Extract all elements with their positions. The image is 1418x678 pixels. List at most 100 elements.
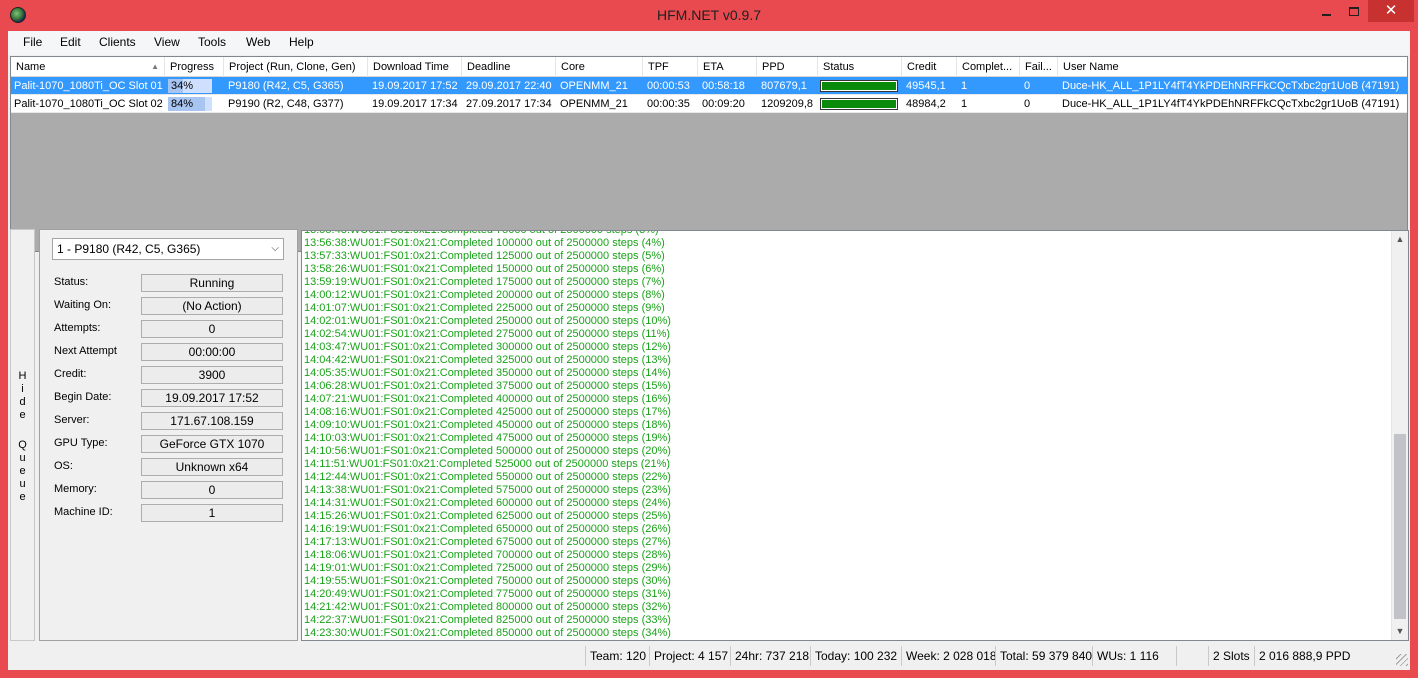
hide-queue-letter: u xyxy=(19,478,26,490)
queue-field-label: Memory: xyxy=(54,483,97,495)
status-fill xyxy=(822,100,896,108)
progress-text: 34% xyxy=(171,80,194,92)
hide-queue-letter: u xyxy=(19,452,26,464)
scroll-down-icon[interactable]: ▼ xyxy=(1392,623,1408,640)
queue-field-label: OS: xyxy=(54,460,73,472)
progress-bar: 84% xyxy=(168,97,212,111)
status-spacer xyxy=(1176,646,1206,666)
log-line: 14:02:54:WU01:FS01:0x21:Completed 275000… xyxy=(304,328,671,340)
cell-failed: 0 xyxy=(1024,98,1031,110)
cell-download-time: 19.09.2017 17:52 xyxy=(372,80,458,92)
cell-download-time: 19.09.2017 17:34 xyxy=(372,98,458,110)
log-line: 14:19:55:WU01:FS01:0x21:Completed 750000… xyxy=(304,575,671,587)
status-fill xyxy=(822,82,896,90)
resize-grip-icon[interactable] xyxy=(1396,654,1408,666)
status-slots: 2 Slots xyxy=(1208,646,1252,666)
close-button[interactable]: ✕ xyxy=(1368,0,1414,22)
status-wus: WUs: 1 116 xyxy=(1092,646,1174,666)
cell-credit: 49545,1 xyxy=(906,80,946,92)
log-line: 14:21:42:WU01:FS01:0x21:Completed 800000… xyxy=(304,601,671,613)
column-header-progress[interactable]: Progress xyxy=(165,57,224,77)
window-title: HFM.NET v0.9.7 xyxy=(657,7,761,23)
table-row[interactable]: Palit-1070_1080Ti_OC Slot 02 84% P9190 (… xyxy=(11,95,1407,113)
progress-bar: 34% xyxy=(168,79,212,93)
menu-edit[interactable]: Edit xyxy=(60,35,81,49)
log-line: 14:10:56:WU01:FS01:0x21:Completed 500000… xyxy=(304,445,671,457)
column-header-name[interactable]: Name ▲ xyxy=(11,57,165,77)
log-line: 13:58:26:WU01:FS01:0x21:Completed 150000… xyxy=(304,263,665,275)
log-line: 14:02:01:WU01:FS01:0x21:Completed 250000… xyxy=(304,315,671,327)
cell-deadline: 27.09.2017 17:34 xyxy=(466,98,552,110)
sort-ascending-icon: ▲ xyxy=(151,62,159,71)
status-team: Team: 120 xyxy=(585,646,647,666)
maximize-icon xyxy=(1349,7,1359,16)
progress-text: 84% xyxy=(171,98,194,110)
minimize-icon xyxy=(1321,14,1331,16)
column-header-tpf[interactable]: TPF xyxy=(643,57,698,77)
cell-eta: 00:09:20 xyxy=(702,98,745,110)
log-line: 13:59:19:WU01:FS01:0x21:Completed 175000… xyxy=(304,276,665,288)
cell-credit: 48984,2 xyxy=(906,98,946,110)
table-row[interactable]: Palit-1070_1080Ti_OC Slot 01 34% P9180 (… xyxy=(11,77,1407,95)
queue-field-value: Unknown x64 xyxy=(141,458,283,476)
queue-select[interactable]: 1 - P9180 (R42, C5, G365) ⌵ xyxy=(52,238,284,260)
menu-view[interactable]: View xyxy=(154,35,180,49)
log-line: 14:22:37:WU01:FS01:0x21:Completed 825000… xyxy=(304,614,671,626)
queue-field-value: 19.09.2017 17:52 xyxy=(141,389,283,407)
column-header-download-time[interactable]: Download Time xyxy=(368,57,462,77)
cell-tpf: 00:00:53 xyxy=(647,80,690,92)
column-header-deadline[interactable]: Deadline xyxy=(462,57,556,77)
column-header-completed[interactable]: Complet... xyxy=(957,57,1020,77)
log-line: 14:00:12:WU01:FS01:0x21:Completed 200000… xyxy=(304,289,665,301)
log-line: 14:03:47:WU01:FS01:0x21:Completed 300000… xyxy=(304,341,671,353)
close-icon: ✕ xyxy=(1384,2,1398,19)
cell-failed: 0 xyxy=(1024,80,1031,92)
hide-queue-letter: e xyxy=(19,491,26,503)
title-bar[interactable]: HFM.NET v0.9.7 ✕ xyxy=(0,0,1418,31)
log-line: 14:20:49:WU01:FS01:0x21:Completed 775000… xyxy=(304,588,671,600)
log-line: 14:05:35:WU01:FS01:0x21:Completed 350000… xyxy=(304,367,671,379)
column-header-eta[interactable]: ETA xyxy=(698,57,757,77)
client-area: File Edit Clients View Tools Web Help Na… xyxy=(8,31,1410,670)
menu-web[interactable]: Web xyxy=(246,35,270,49)
queue-field-value: Running xyxy=(141,274,283,292)
cell-name: Palit-1070_1080Ti_OC Slot 02 xyxy=(14,98,163,110)
slots-grid[interactable]: Name ▲ Progress Project (Run, Clone, Gen)… xyxy=(10,56,1408,252)
column-header-failed[interactable]: Fail... xyxy=(1020,57,1058,77)
queue-field-value: 0 xyxy=(141,481,283,499)
cell-ppd: 807679,1 xyxy=(761,80,807,92)
chevron-down-icon: ⌵ xyxy=(271,243,279,254)
column-header-core[interactable]: Core xyxy=(556,57,643,77)
status-indicator xyxy=(820,80,898,92)
log-scrollbar[interactable]: ▲ ▼ xyxy=(1391,231,1408,640)
column-header-project[interactable]: Project (Run, Clone, Gen) xyxy=(224,57,368,77)
status-week: Week: 2 028 018 xyxy=(901,646,997,666)
queue-select-value: 1 - P9180 (R42, C5, G365) xyxy=(57,242,201,256)
column-header-user-name[interactable]: User Name xyxy=(1058,57,1407,77)
scroll-thumb[interactable] xyxy=(1394,434,1406,619)
minimize-button[interactable] xyxy=(1312,0,1340,22)
log-line: 14:07:21:WU01:FS01:0x21:Completed 400000… xyxy=(304,393,671,405)
column-header-status[interactable]: Status xyxy=(818,57,902,77)
log-line: 14:08:16:WU01:FS01:0x21:Completed 425000… xyxy=(304,406,671,418)
status-total: Total: 59 379 840 xyxy=(995,646,1092,666)
log-line: 13:55:43:WU01:FS01:0x21:Completed 75000 … xyxy=(304,230,659,236)
column-header-credit[interactable]: Credit xyxy=(902,57,957,77)
menu-tools[interactable]: Tools xyxy=(198,35,226,49)
menu-help[interactable]: Help xyxy=(289,35,314,49)
queue-field-label: Waiting On: xyxy=(54,299,112,311)
log-line: 14:18:06:WU01:FS01:0x21:Completed 700000… xyxy=(304,549,671,561)
menu-file[interactable]: File xyxy=(23,35,42,49)
column-header-ppd[interactable]: PPD xyxy=(757,57,818,77)
queue-field-label: Credit: xyxy=(54,368,87,380)
log-viewer[interactable]: 13:55:43:WU01:FS01:0x21:Completed 75000 … xyxy=(301,230,1409,641)
queue-field-label: Status: xyxy=(54,276,89,288)
log-line: 14:23:30:WU01:FS01:0x21:Completed 850000… xyxy=(304,627,671,639)
hide-queue-button[interactable]: Hide Queue xyxy=(10,229,35,641)
maximize-button[interactable] xyxy=(1340,0,1368,22)
cell-core: OPENMM_21 xyxy=(560,98,628,110)
cell-completed: 1 xyxy=(961,80,968,92)
scroll-up-icon[interactable]: ▲ xyxy=(1392,231,1408,248)
menu-clients[interactable]: Clients xyxy=(99,35,136,49)
queue-field-label: Next Attempt xyxy=(54,345,117,357)
